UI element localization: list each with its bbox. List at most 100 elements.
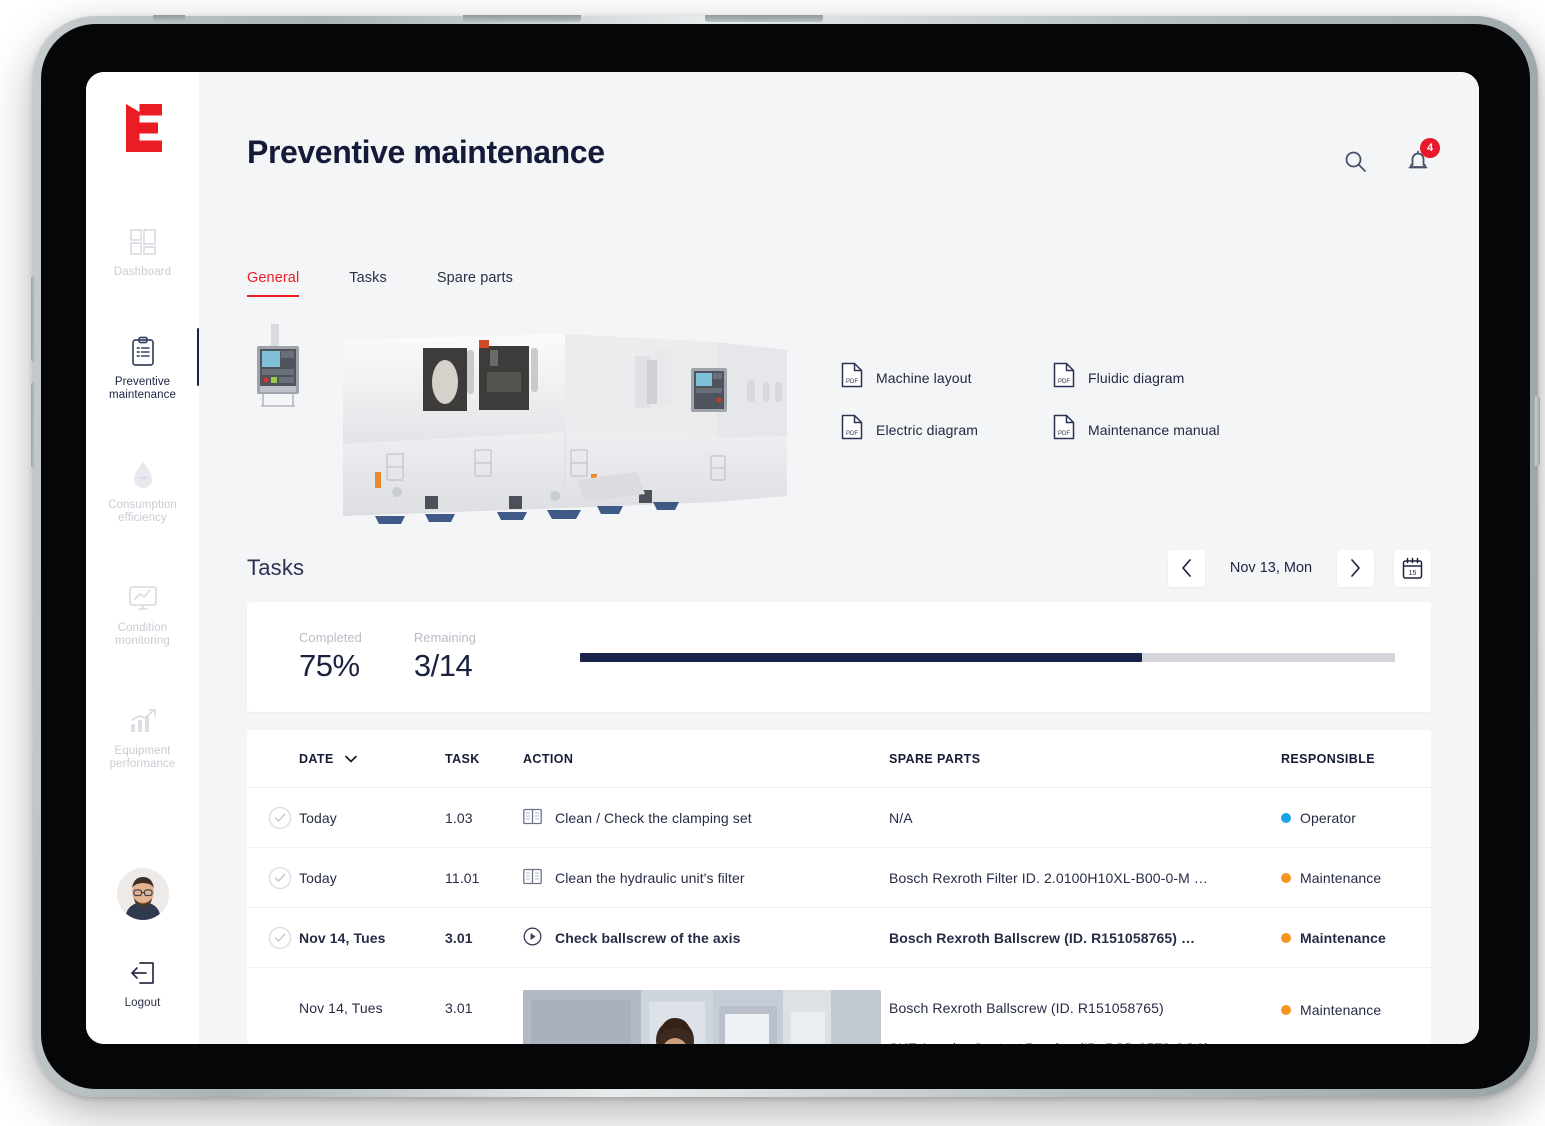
responsible-label: Maintenance	[1300, 929, 1386, 946]
action-label: Check ballscrew of the axis	[555, 929, 741, 946]
svg-text:PDF: PDF	[1058, 379, 1070, 385]
cell-date: Today	[299, 809, 337, 826]
cell-responsible: Maintenance	[1281, 930, 1431, 946]
calendar-day-number: 15	[1409, 570, 1417, 577]
table-row[interactable]: Nov 14, Tues 3.01 Check ballscrew of the…	[247, 908, 1431, 968]
task-check-icon[interactable]	[261, 806, 299, 830]
cell-spare-parts-list: Bosch Rexroth Ballscrew (ID. R151058765)…	[889, 990, 1281, 1044]
table-row[interactable]: Today 11.01 Clean the hydraulic unit's f…	[247, 848, 1431, 908]
column-header-responsible: RESPONSIBLE	[1281, 751, 1375, 766]
cell-responsible: Maintenance	[1281, 870, 1431, 886]
prev-day-button[interactable]	[1168, 549, 1205, 587]
side-button-3[interactable]	[1535, 396, 1540, 466]
remaining-label: Remaining	[413, 630, 477, 645]
remaining-value: 3/14	[413, 648, 473, 683]
completed-label: Completed	[299, 630, 362, 645]
progress-bar-fill	[580, 652, 1143, 662]
cell-responsible: Maintenance	[1281, 990, 1431, 1018]
side-button-1[interactable]	[31, 276, 36, 362]
status-dot	[1281, 812, 1291, 823]
book-icon	[523, 868, 542, 888]
maintenance-video-thumbnail[interactable]	[523, 990, 881, 1044]
tab-general[interactable]: General	[247, 270, 300, 297]
document-link-fluidic-diagram[interactable]: PDF Fluidic diagram	[1053, 362, 1265, 393]
label-line-1: Equipment	[114, 744, 171, 757]
next-day-button[interactable]	[1337, 549, 1374, 587]
search-icon[interactable]	[1343, 149, 1367, 178]
topbar: Preventive maintenance 4	[199, 72, 1479, 198]
stat-completed: Completed 75%	[299, 630, 362, 684]
sidebar-item-label: Preventive maintenance	[90, 376, 195, 403]
cell-responsible: Operator	[1281, 810, 1431, 826]
column-header-action: ACTION	[523, 751, 574, 766]
pdf-icon: PDF	[841, 362, 863, 393]
cell-date: Today	[299, 869, 337, 886]
document-label: Fluidic diagram	[1088, 369, 1185, 386]
sidebar-item-dashboard[interactable]: Dashboard	[86, 212, 199, 292]
bell-icon[interactable]: 4	[1405, 138, 1440, 179]
cell-date: Nov 14, Tues	[299, 1000, 383, 1016]
label-line-1: Consumption	[108, 498, 177, 511]
svg-text:PDF: PDF	[846, 379, 858, 385]
cell-action: Clean the hydraulic unit's filter	[523, 868, 889, 888]
action-label: Clean the hydraulic unit's filter	[555, 869, 745, 886]
document-links: PDF Machine layout PDF Fluidic diagram P…	[841, 362, 1265, 445]
svg-text:PDF: PDF	[846, 431, 858, 437]
column-header-task: TASK	[445, 751, 480, 766]
cell-task: 11.01	[445, 869, 480, 886]
cell-action: Clean / Check the clamping set	[523, 808, 889, 828]
machine-image	[247, 320, 807, 544]
sidebar-item-consumption-efficiency[interactable]: Consumption efficiency	[86, 445, 199, 538]
document-link-machine-layout[interactable]: PDF Machine layout	[841, 362, 1053, 393]
sidebar-item-logout[interactable]: Logout	[125, 956, 161, 1011]
power-button[interactable]	[153, 15, 185, 22]
column-header-spare-parts: SPARE PARTS	[889, 751, 981, 766]
progress-card: Completed 75% Remaining 3/14	[247, 602, 1431, 712]
spare-part-item: SKF Angular Contact Bearing (ID. BSD 357…	[889, 1040, 1281, 1044]
sidebar-item-preventive-maintenance[interactable]: Preventive maintenance	[86, 322, 200, 415]
label-line-2: efficiency	[118, 512, 167, 524]
label-line-2: maintenance	[109, 389, 176, 401]
label-line-2: monitoring	[115, 635, 170, 647]
column-header-date[interactable]: DATE	[299, 752, 445, 766]
task-check-icon[interactable]	[261, 866, 299, 890]
table-header-row: DATE TASK ACTION SPARE PARTS RESPONSIBLE	[247, 730, 1431, 788]
cell-spare-parts: N/A	[889, 809, 913, 826]
chevron-down-icon	[344, 755, 357, 762]
document-link-electric-diagram[interactable]: PDF Electric diagram	[841, 414, 1053, 445]
cell-spare-parts: Bosch Rexroth Filter ID. 2.0100H10XL-B00…	[889, 869, 1208, 886]
pdf-icon: PDF	[1053, 414, 1075, 445]
document-label: Electric diagram	[876, 421, 978, 438]
tasks-table: DATE TASK ACTION SPARE PARTS RESPONSIBLE…	[247, 730, 1431, 1044]
grid-icon	[90, 225, 195, 259]
sidebar-item-equipment-performance[interactable]: Equipment performance	[86, 691, 199, 784]
document-link-maintenance-manual[interactable]: PDF Maintenance manual	[1053, 414, 1265, 445]
clipboard-icon	[90, 335, 195, 369]
top-actions: 4	[1343, 138, 1440, 179]
play-circle-icon	[523, 927, 542, 949]
page-title: Preventive maintenance	[247, 134, 605, 170]
table-row-expanded[interactable]: Nov 14, Tues 3.01 Bosch Rexroth Ballscre…	[247, 968, 1431, 1044]
cell-action-video[interactable]	[523, 990, 889, 1044]
cell-date: Nov 14, Tues	[299, 929, 386, 946]
droplet-icon	[90, 458, 195, 492]
status-dot	[1281, 872, 1291, 883]
pdf-icon: PDF	[841, 414, 863, 445]
tab-bar: General Tasks Spare parts	[247, 270, 513, 297]
tab-spare-parts[interactable]: Spare parts	[437, 270, 513, 297]
brand-logo-e[interactable]	[122, 102, 164, 154]
avatar[interactable]	[116, 867, 169, 920]
progress-bar-track	[580, 652, 1395, 662]
calendar-icon[interactable]: 15	[1394, 549, 1431, 587]
sidebar-item-label: Consumption efficiency	[90, 499, 195, 526]
side-button-2[interactable]	[31, 382, 36, 468]
volume-down-button[interactable]	[705, 15, 823, 22]
table-row[interactable]: Today 1.03 Clean / Check the clamping se…	[247, 788, 1431, 848]
volume-up-button[interactable]	[463, 15, 581, 22]
sidebar-item-condition-monitoring[interactable]: Condition monitoring	[86, 568, 199, 661]
cell-task: 3.01	[445, 1000, 473, 1016]
status-dot	[1281, 1005, 1291, 1015]
tab-tasks[interactable]: Tasks	[349, 270, 387, 297]
task-check-icon[interactable]	[261, 926, 299, 950]
sidebar-item-label: Dashboard	[113, 266, 172, 278]
